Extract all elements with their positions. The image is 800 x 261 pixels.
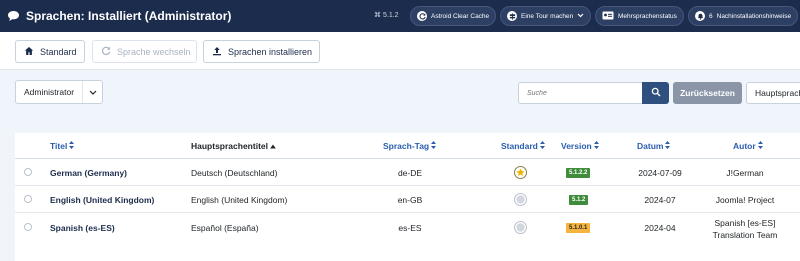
id-card-icon	[602, 11, 614, 22]
sort-title-header[interactable]: Titel	[50, 141, 75, 151]
table-header: Titel Hauptsprachentitel Sprach-Tag Stan…	[15, 133, 800, 159]
post-install-messages-button[interactable]: 6 Nachinstallationshinweise	[688, 6, 799, 26]
chat-icon	[6, 9, 20, 23]
sort-icon	[757, 141, 763, 151]
bell-icon	[695, 11, 705, 21]
joomla-version: ⌘ 5.1.2	[374, 11, 399, 20]
language-title[interactable]: English (United Kingdom)	[50, 195, 154, 205]
sort-default-header[interactable]: Standard	[501, 141, 545, 151]
sort-native-title-header[interactable]: Hauptsprachentitel	[191, 141, 276, 151]
sort-up-icon	[270, 141, 276, 151]
language-date: 2024-04	[644, 223, 676, 233]
sort-icon	[593, 141, 599, 151]
sort-date-header[interactable]: Datum	[637, 141, 671, 151]
native-title: English (United Kingdom)	[191, 195, 288, 205]
refresh-icon	[101, 46, 111, 58]
switch-language-button[interactable]: Sprache wechseln	[92, 40, 197, 63]
header-label: Version	[561, 141, 592, 151]
not-default-circle-icon[interactable]	[514, 193, 527, 206]
row-radio[interactable]	[24, 195, 32, 203]
default-label: Standard	[40, 46, 77, 57]
language-author: Joomla! Project	[715, 195, 775, 205]
language-tag: es-ES	[398, 223, 422, 233]
version-label: 5.1.2	[383, 11, 399, 19]
refresh-icon	[417, 11, 427, 21]
install-languages-label: Sprachen installieren	[228, 46, 313, 57]
language-title[interactable]: German (Germany)	[50, 168, 127, 178]
row-radio[interactable]	[24, 168, 32, 176]
table-row: Spanish (es-ES) Español (España) es-ES 5…	[15, 213, 800, 253]
language-author: Spanish [es-ES]	[714, 218, 776, 228]
reset-button[interactable]: Zurücksetzen	[673, 82, 742, 104]
sort-icon	[431, 141, 437, 151]
not-default-circle-icon[interactable]	[514, 221, 527, 234]
header-label: Hauptsprachentitel	[191, 141, 268, 151]
version-badge: 5.1.2	[569, 195, 589, 205]
language-date: 2024-07-09	[638, 168, 682, 178]
native-title: Español (España)	[191, 223, 259, 233]
client-select-value: Administrator	[24, 87, 75, 97]
default-star-icon[interactable]	[514, 166, 527, 179]
header-label: Standard	[501, 141, 538, 151]
table-row: English (United Kingdom) English (United…	[15, 186, 800, 213]
multilingual-status-button[interactable]: Mehrsprachenstatus	[595, 6, 684, 26]
switch-language-label: Sprache wechseln	[117, 46, 191, 57]
chevron-down-icon	[82, 81, 102, 103]
language-title[interactable]: Spanish (es-ES)	[50, 223, 115, 233]
header-label: Datum	[637, 141, 664, 151]
search-icon	[651, 84, 661, 102]
upload-icon	[212, 46, 222, 58]
sort-select[interactable]: Hauptsprachentitel aufsteigend	[746, 82, 800, 104]
header-label: Sprach-Tag	[383, 141, 430, 151]
sort-icon	[69, 141, 75, 151]
tour-button[interactable]: Eine Tour machen	[500, 6, 592, 26]
sort-version-header[interactable]: Version	[561, 141, 599, 151]
toolbar: Standard Sprache wechseln Sprachen insta…	[0, 32, 800, 70]
version-badge: 5.1.0.1	[566, 223, 591, 233]
header-label: Autor	[733, 141, 756, 151]
language-date: 2024-07	[644, 195, 676, 205]
joomla-icon: ⌘	[374, 12, 381, 19]
search-input[interactable]	[518, 82, 642, 104]
install-languages-button[interactable]: Sprachen installieren	[203, 40, 320, 63]
sort-author-header[interactable]: Autor	[733, 141, 763, 151]
language-author: J!German	[726, 168, 764, 178]
page-title: Sprachen: Installiert (Administrator)	[26, 9, 232, 23]
multilingual-status-label: Mehrsprachenstatus	[618, 12, 677, 20]
notification-count: 6	[709, 12, 713, 20]
home-icon	[24, 46, 34, 58]
signpost-icon	[507, 11, 517, 21]
header-label: Titel	[50, 141, 68, 151]
language-author-line2: Translation Team	[712, 230, 778, 240]
default-button[interactable]: Standard	[15, 40, 85, 63]
astroid-clear-cache-button[interactable]: Astroid Clear Cache	[410, 6, 497, 26]
astroid-clear-cache-label: Astroid Clear Cache	[431, 12, 490, 20]
row-radio[interactable]	[24, 223, 32, 231]
tour-label: Eine Tour machen	[521, 12, 574, 20]
admin-header: Sprachen: Installiert (Administrator) ⌘ …	[0, 0, 800, 32]
language-tag: en-GB	[397, 195, 423, 205]
version-badge: 5.1.2.2	[566, 168, 591, 178]
search-button[interactable]	[642, 82, 669, 104]
client-select[interactable]: Administrator	[15, 80, 103, 104]
sort-icon	[665, 141, 671, 151]
post-install-messages-label: Nachinstallationshinweise	[716, 12, 792, 20]
table-row: German (Germany) Deutsch (Deutschland) d…	[15, 159, 800, 186]
languages-table: Titel Hauptsprachentitel Sprach-Tag Stan…	[15, 133, 800, 261]
chevron-down-icon	[577, 13, 584, 20]
language-tag: de-DE	[397, 168, 423, 178]
native-title: Deutsch (Deutschland)	[191, 168, 278, 178]
sort-icon	[539, 141, 545, 151]
sort-tag-header[interactable]: Sprach-Tag	[383, 141, 437, 151]
